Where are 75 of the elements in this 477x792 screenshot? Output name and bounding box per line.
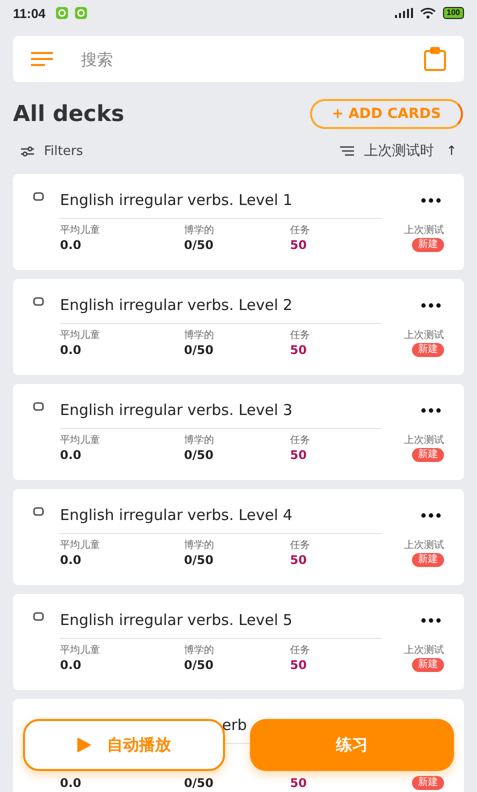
new-badge: 新建 (412, 448, 444, 462)
sort-icon (340, 146, 354, 156)
checkbox-icon (33, 612, 44, 620)
page-title: All decks (13, 102, 124, 126)
signal-icon (394, 8, 413, 18)
stat-label: 上次测试 (404, 329, 444, 343)
menu-icon (31, 52, 53, 66)
more-icon (421, 302, 441, 308)
stat-value: 0.0 (60, 238, 82, 253)
stat-value: 50 (290, 658, 308, 673)
new-badge: 新建 (412, 658, 444, 672)
stat-value: 0.0 (60, 658, 82, 673)
stat-label: 平均儿童 (60, 224, 101, 238)
checkbox-icon (33, 192, 44, 200)
stat-label: 博学的 (184, 329, 215, 343)
stat-value: 0.0 (60, 776, 82, 791)
stat-value: 50 (290, 343, 308, 358)
checkbox-icon (33, 402, 44, 410)
stat-label: 任务 (290, 434, 311, 448)
checkbox-icon (33, 506, 44, 516)
new-badge: 新建 (412, 776, 444, 790)
deck-title: English irregular verbs. Level 5 (60, 610, 294, 629)
stat-value: 0/50 (184, 776, 214, 791)
stat-label: 平均儿童 (60, 644, 101, 658)
stat-value: 50 (290, 448, 308, 463)
deck-title: English irregular verbs. Level 2 (60, 295, 294, 314)
stat-label: 平均儿童 (60, 434, 101, 448)
stat-label: 任务 (290, 224, 311, 238)
stat-value: 50 (290, 776, 308, 791)
stat-value: 0/50 (184, 238, 214, 253)
more-icon (421, 198, 441, 202)
stat-label: 博学的 (184, 539, 215, 553)
stat-value: 50 (290, 553, 308, 568)
deck-title: English irregular verbs. Level 4 (60, 505, 294, 524)
stat-value: 0/50 (184, 553, 214, 568)
play-icon (77, 737, 91, 753)
stat-value: 0.0 (60, 448, 82, 463)
more-icon (421, 618, 441, 622)
stat-value: 50 (290, 238, 308, 253)
stat-value: 0.0 (60, 553, 82, 568)
stat-label: 博学的 (184, 224, 215, 238)
stat-value: 0/50 (184, 658, 214, 673)
deck-title: English irregular verbs. Level 3 (60, 400, 294, 419)
stat-label: 平均儿童 (60, 329, 101, 343)
stat-value: 0/50 (184, 448, 214, 463)
checkbox-icon (33, 296, 44, 306)
stat-label: 博学的 (184, 644, 215, 658)
stat-value: 0/50 (184, 343, 214, 358)
more-icon (421, 512, 441, 518)
new-badge: 新建 (412, 238, 444, 252)
sliders-icon (21, 146, 34, 156)
sort-direction[interactable]: ↑ (446, 144, 457, 158)
stat-label: 上次测试 (404, 224, 444, 238)
new-badge: 新建 (412, 553, 444, 567)
stat-label: 博学的 (184, 434, 215, 448)
stat-label: 上次测试 (404, 644, 444, 658)
filters-button[interactable]: Filters (21, 144, 83, 158)
app-notification-icon (74, 7, 87, 19)
new-badge: 新建 (412, 343, 444, 357)
deck-title: English irregular verbs. Level 1 (60, 190, 294, 209)
stat-label: 任务 (290, 329, 311, 343)
status-time: 11:04 (13, 6, 46, 20)
clipboard-icon (424, 47, 446, 71)
stat-label: 任务 (290, 539, 311, 553)
sort-button[interactable]: 上次测试时 (340, 142, 434, 160)
battery-level: 100 (442, 7, 464, 19)
stat-label: 任务 (290, 644, 311, 658)
stat-value: 0.0 (60, 343, 82, 358)
stat-label: 上次测试 (404, 539, 444, 553)
stat-label: 上次测试 (404, 434, 444, 448)
wifi-icon (420, 7, 436, 19)
stat-label: 平均儿童 (60, 539, 101, 553)
more-icon (421, 408, 441, 412)
app-notification-icon (56, 7, 68, 19)
search-bar[interactable]: 搜索 (13, 36, 464, 82)
